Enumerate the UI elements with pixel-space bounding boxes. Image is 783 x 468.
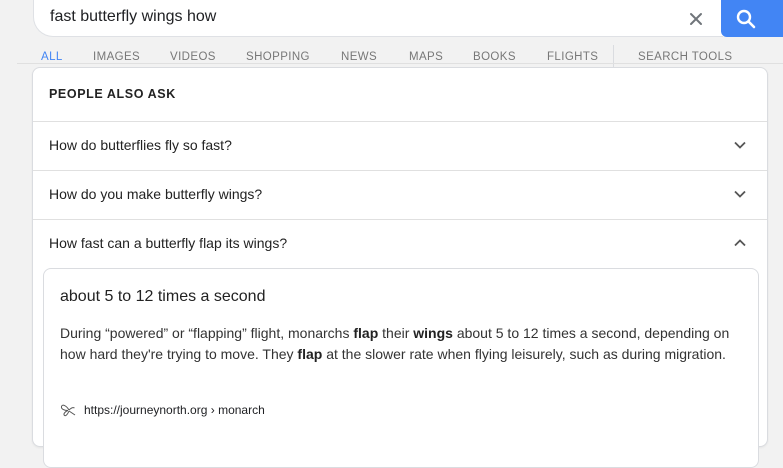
- search-icon: [736, 9, 756, 29]
- tab-news[interactable]: NEWS: [341, 51, 377, 63]
- tab-maps[interactable]: MAPS: [409, 51, 443, 63]
- butterfly-icon: [60, 404, 76, 417]
- tab-images[interactable]: IMAGES: [93, 51, 140, 63]
- answer-text: their: [378, 325, 414, 341]
- chevron-up-icon: [734, 239, 746, 247]
- question-item[interactable]: How do you make butterfly wings?: [33, 170, 767, 218]
- answer-text: During “powered” or “flapping” flight, m…: [60, 325, 354, 341]
- question-text: How do butterflies fly so fast?: [49, 137, 232, 153]
- question-text: How do you make butterfly wings?: [49, 186, 263, 202]
- question-item[interactable]: How do butterflies fly so fast?: [33, 121, 767, 169]
- people-also-ask-heading: PEOPLE ALSO ASK: [49, 87, 176, 101]
- answer-highlight: flap: [297, 345, 323, 362]
- search-button[interactable]: [721, 0, 783, 37]
- search-box[interactable]: fast butterfly wings how: [33, 0, 723, 37]
- search-input[interactable]: fast butterfly wings how: [50, 8, 216, 26]
- question-item-expanded[interactable]: How fast can a butterfly flap its wings?: [33, 219, 767, 267]
- tab-underline: [17, 63, 783, 64]
- question-text: How fast can a butterfly flap its wings?: [49, 235, 288, 251]
- chevron-down-icon: [734, 141, 746, 149]
- tab-all[interactable]: ALL: [41, 51, 63, 63]
- tab-videos[interactable]: VIDEOS: [170, 51, 216, 63]
- answer-panel: about 5 to 12 times a second During “pow…: [43, 268, 759, 468]
- source-link[interactable]: https://journeynorth.org › monarch: [84, 403, 265, 417]
- answer-snippet: During “powered” or “flapping” flight, m…: [60, 323, 730, 364]
- answer-text: at the slower rate when flying leisurely…: [322, 345, 726, 362]
- tab-flights[interactable]: FLIGHTS: [547, 51, 598, 63]
- answer-highlight: flap: [353, 325, 379, 341]
- chevron-down-icon: [734, 190, 746, 198]
- people-also-ask-card: PEOPLE ALSO ASK How do butterflies fly s…: [32, 67, 768, 468]
- close-icon[interactable]: [686, 9, 706, 29]
- tab-books[interactable]: BOOKS: [473, 51, 516, 63]
- answer-highlight: wings: [413, 325, 453, 341]
- answer-title: about 5 to 12 times a second: [60, 288, 266, 305]
- tab-shopping[interactable]: SHOPPING: [246, 51, 310, 63]
- tab-search-tools[interactable]: SEARCH TOOLS: [638, 51, 733, 63]
